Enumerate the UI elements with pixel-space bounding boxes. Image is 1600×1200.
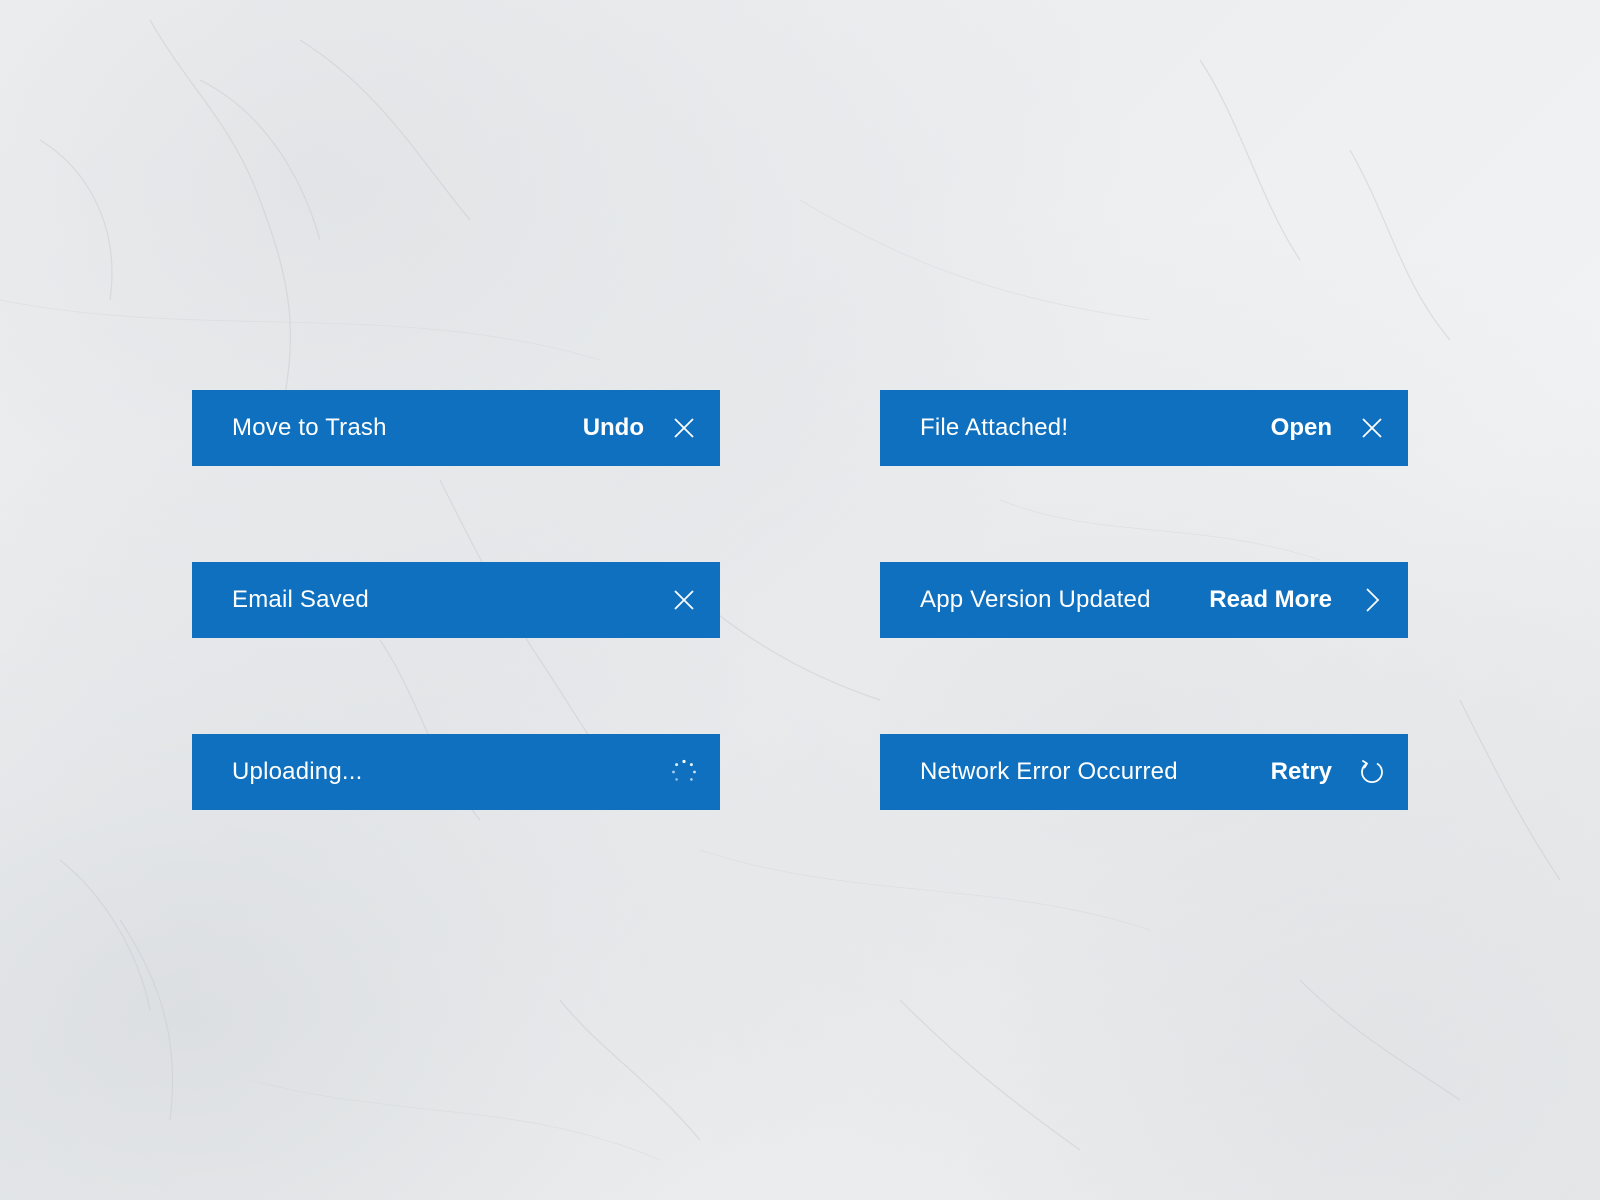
chevron-right-icon[interactable] — [1356, 584, 1388, 616]
toast-uploading: Uploading... — [192, 734, 720, 810]
close-icon[interactable] — [668, 412, 700, 444]
toast-move-to-trash: Move to Trash Undo — [192, 390, 720, 466]
spinner-icon — [668, 756, 700, 788]
toast-message: Email Saved — [232, 586, 369, 613]
toast-message: Uploading... — [232, 758, 363, 785]
toast-message: Network Error Occurred — [920, 758, 1178, 785]
toast-message: File Attached! — [920, 414, 1069, 441]
close-icon[interactable] — [668, 584, 700, 616]
toast-file-attached: File Attached! Open — [880, 390, 1408, 466]
toast-message: Move to Trash — [232, 414, 387, 441]
close-icon[interactable] — [1356, 412, 1388, 444]
toast-network-error: Network Error Occurred Retry — [880, 734, 1408, 810]
toast-email-saved: Email Saved — [192, 562, 720, 638]
open-button[interactable]: Open — [1271, 414, 1332, 442]
refresh-icon[interactable] — [1356, 756, 1388, 788]
retry-button[interactable]: Retry — [1271, 758, 1332, 786]
toast-message: App Version Updated — [920, 586, 1151, 613]
undo-button[interactable]: Undo — [583, 414, 644, 442]
toast-app-version-updated: App Version Updated Read More — [880, 562, 1408, 638]
read-more-button[interactable]: Read More — [1209, 586, 1332, 614]
